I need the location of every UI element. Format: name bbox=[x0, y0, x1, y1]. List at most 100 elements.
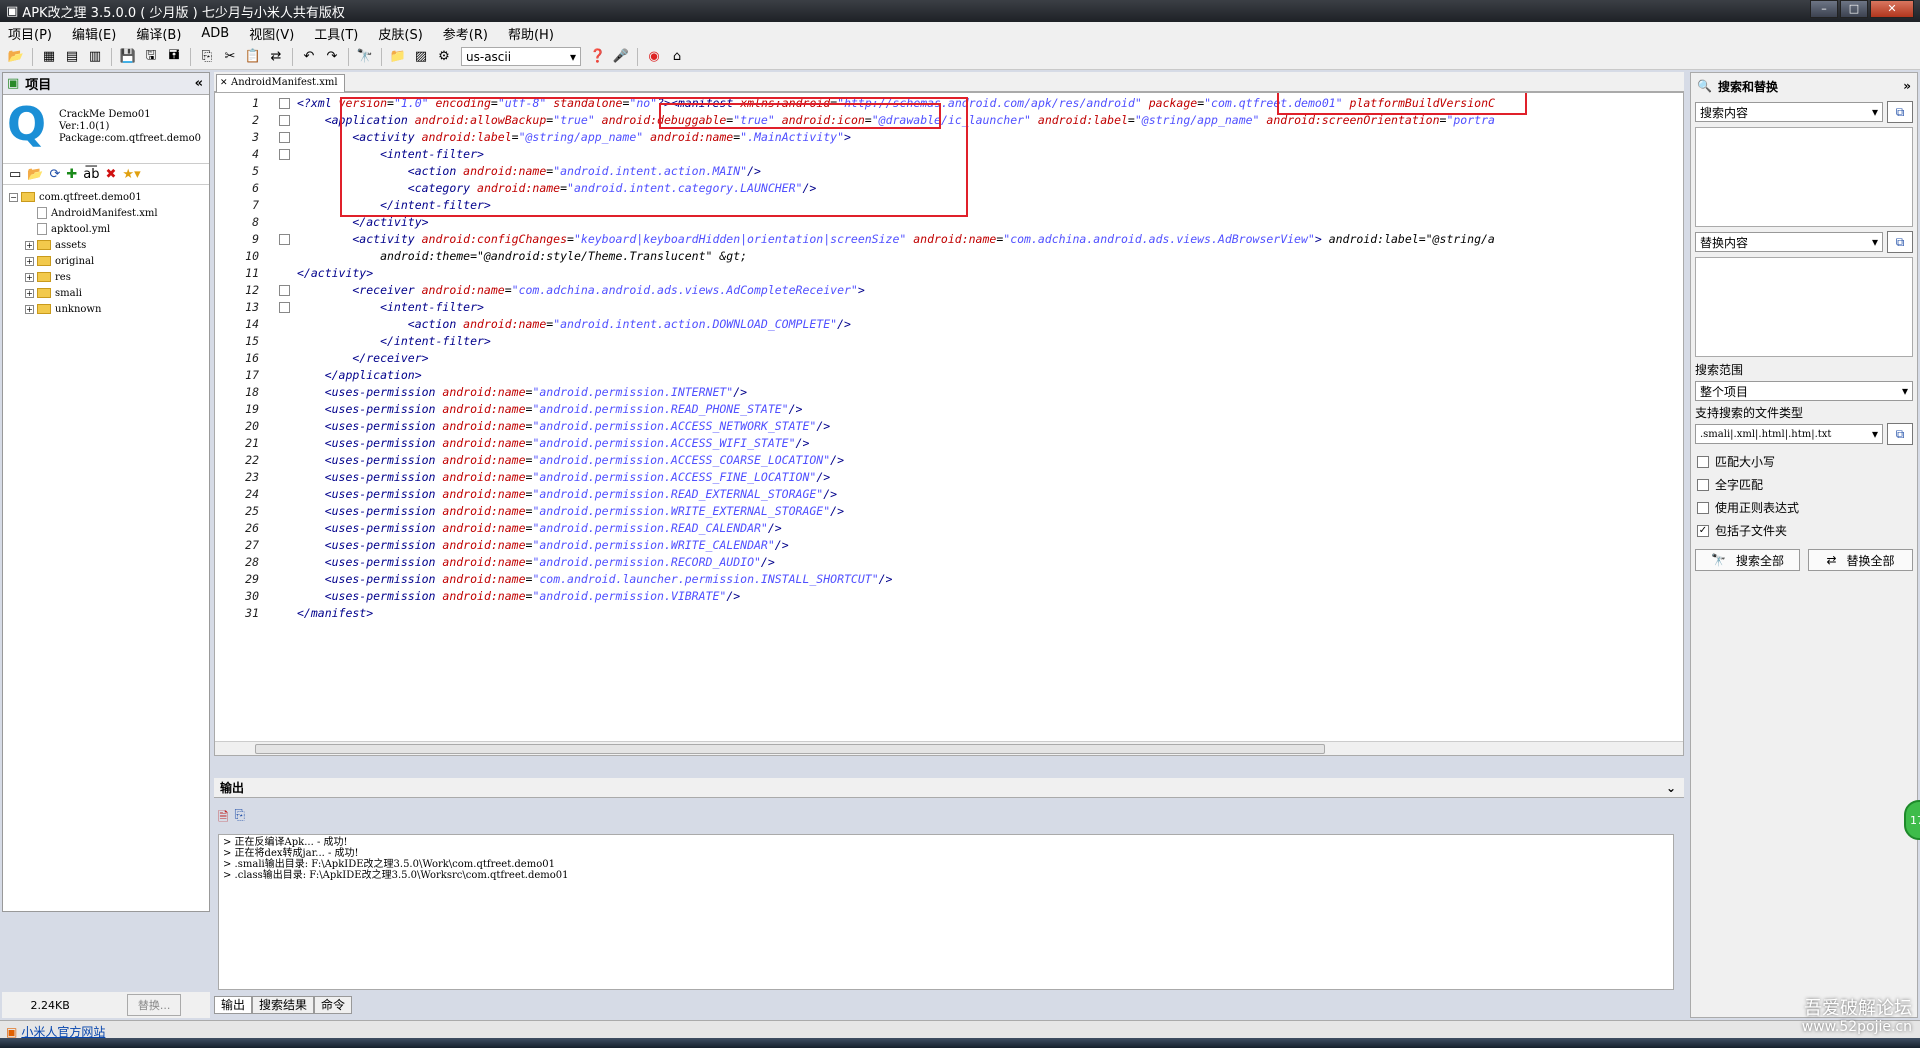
checkbox-box[interactable]: ✓ bbox=[1697, 524, 1709, 537]
expand-toggle-icon[interactable]: − bbox=[9, 192, 18, 202]
replace-icon[interactable]: ⇄ bbox=[266, 47, 286, 67]
floating-badge[interactable]: 17 bbox=[1904, 800, 1920, 840]
minimize-button[interactable]: – bbox=[1810, 0, 1838, 18]
save-as-icon[interactable]: 🖬 bbox=[164, 47, 184, 67]
copy-output-icon[interactable]: ⎘ bbox=[234, 808, 244, 828]
open-folder-icon[interactable]: 📂 bbox=[27, 167, 43, 182]
add-icon[interactable]: ✚ bbox=[66, 167, 77, 182]
tree-item[interactable]: + smali bbox=[5, 285, 207, 301]
document-icon[interactable]: ▭ bbox=[9, 167, 21, 182]
fold-marker-icon[interactable] bbox=[279, 285, 290, 296]
favorite-icon[interactable]: ★▾ bbox=[122, 167, 140, 182]
search-input[interactable]: 搜索内容 ▾ bbox=[1695, 102, 1883, 122]
close-tab-icon[interactable]: ✕ bbox=[220, 75, 228, 91]
output-tab[interactable]: 命令 bbox=[314, 996, 353, 1014]
output-tab[interactable]: 搜索结果 bbox=[252, 996, 315, 1014]
expand-toggle-icon[interactable]: + bbox=[25, 256, 34, 266]
menu-item[interactable]: 皮肤(S) bbox=[378, 24, 422, 43]
collapse-panel-icon[interactable]: » bbox=[1903, 79, 1911, 93]
menu-item[interactable]: 项目(P) bbox=[8, 24, 52, 43]
save-icon[interactable]: 💾 bbox=[118, 47, 138, 67]
chevron-down-icon[interactable]: ▾ bbox=[1872, 105, 1878, 119]
tree-item[interactable]: + assets bbox=[5, 237, 207, 253]
expand-toggle-icon[interactable]: + bbox=[25, 272, 34, 282]
menu-item[interactable]: ADB bbox=[201, 26, 229, 41]
scrollbar-thumb[interactable] bbox=[255, 744, 1325, 754]
tree-item[interactable]: + res bbox=[5, 269, 207, 285]
replace-text-area[interactable] bbox=[1695, 257, 1913, 357]
option-checkbox[interactable]: 使用正则表达式 bbox=[1697, 499, 1911, 516]
chevron-down-icon[interactable]: ▾ bbox=[1872, 235, 1878, 249]
search-all-button[interactable]: 🔭 搜索全部 bbox=[1695, 549, 1800, 571]
collapse-panel-icon[interactable]: « bbox=[195, 76, 203, 91]
scope-select[interactable]: 整个项目 ▾ bbox=[1695, 381, 1913, 401]
rename-icon[interactable]: a͞b bbox=[83, 167, 99, 182]
replace-options-button[interactable]: ⧉ bbox=[1887, 231, 1913, 253]
cut-icon[interactable]: ✂ bbox=[220, 47, 240, 67]
install-icon[interactable]: ▥ bbox=[85, 47, 105, 67]
open-folder-icon[interactable]: 📂 bbox=[6, 47, 26, 67]
replace-all-button[interactable]: ⇄ 替换全部 bbox=[1808, 549, 1913, 571]
code-token: android:name bbox=[442, 402, 526, 416]
settings-icon[interactable]: ⚙ bbox=[434, 47, 454, 67]
menu-item[interactable]: 参考(R) bbox=[443, 24, 488, 43]
code-editor[interactable]: 1 <?xml version="1.0" encoding="utf-8" st… bbox=[214, 92, 1684, 756]
replace-input[interactable]: 替换内容 ▾ bbox=[1695, 232, 1883, 252]
menu-item[interactable]: 编辑(E) bbox=[72, 24, 116, 43]
expand-toggle-icon[interactable]: + bbox=[25, 288, 34, 298]
tree-item[interactable]: + original bbox=[5, 253, 207, 269]
fold-marker-icon[interactable] bbox=[279, 234, 290, 245]
fold-marker-icon[interactable] bbox=[279, 98, 290, 109]
screenshot-icon[interactable]: ▨ bbox=[411, 47, 431, 67]
search-options-button[interactable]: ⧉ bbox=[1887, 101, 1913, 123]
menu-item[interactable]: 编译(B) bbox=[136, 24, 181, 43]
find-icon[interactable]: 🔭 bbox=[355, 47, 375, 67]
filetypes-options-button[interactable]: ⧉ bbox=[1887, 423, 1913, 445]
home-icon[interactable]: ⌂ bbox=[667, 47, 687, 67]
close-button[interactable]: ✕ bbox=[1870, 0, 1914, 18]
menu-item[interactable]: 工具(T) bbox=[314, 24, 358, 43]
clear-output-icon[interactable]: 🗎 bbox=[218, 808, 228, 828]
expand-toggle-icon[interactable]: + bbox=[25, 240, 34, 250]
checkbox-box[interactable] bbox=[1697, 501, 1709, 514]
build-icon[interactable]: ▦ bbox=[39, 47, 59, 67]
tree-item[interactable]: AndroidManifest.xml bbox=[5, 205, 207, 221]
maximize-button[interactable]: □ bbox=[1840, 0, 1868, 18]
encoding-select[interactable]: us-ascii ▾ bbox=[461, 47, 581, 66]
chevron-down-icon[interactable]: ⌄ bbox=[1666, 778, 1676, 798]
fold-marker-icon[interactable] bbox=[279, 115, 290, 126]
microphone-icon[interactable]: 🎤 bbox=[611, 47, 631, 67]
delete-icon[interactable]: ✖ bbox=[106, 167, 117, 182]
fold-marker-icon[interactable] bbox=[279, 132, 290, 143]
output-tab[interactable]: 输出 bbox=[214, 996, 253, 1014]
output-log[interactable]: > 正在反编译Apk... - 成功! > 正在将dex转成jar... - 成功… bbox=[218, 834, 1674, 990]
paste-icon[interactable]: 📋 bbox=[243, 47, 263, 67]
undo-icon[interactable]: ↶ bbox=[299, 47, 319, 67]
open-project-icon[interactable]: 📁 bbox=[388, 47, 408, 67]
tree-item[interactable]: + unknown bbox=[5, 301, 207, 317]
fold-marker-icon[interactable] bbox=[279, 302, 290, 313]
menu-item[interactable]: 视图(V) bbox=[249, 24, 294, 43]
expand-toggle-icon[interactable]: + bbox=[25, 304, 34, 314]
weibo-icon[interactable]: ◉ bbox=[644, 47, 664, 67]
checkbox-box[interactable] bbox=[1697, 455, 1709, 468]
sign-icon[interactable]: ▤ bbox=[62, 47, 82, 67]
menu-item[interactable]: 帮助(H) bbox=[508, 24, 554, 43]
fold-marker-icon[interactable] bbox=[279, 149, 290, 160]
redo-icon[interactable]: ↷ bbox=[322, 47, 342, 67]
filetypes-select[interactable]: .smali|.xml|.html|.htm|.txt ▾ bbox=[1695, 424, 1883, 444]
checkbox-box[interactable] bbox=[1697, 478, 1709, 491]
tab-androidmanifest[interactable]: ✕ AndroidManifest.xml bbox=[216, 74, 345, 92]
refresh-icon[interactable]: ⟳ bbox=[49, 167, 60, 182]
copy-icon[interactable]: ⎘ bbox=[197, 47, 217, 67]
option-checkbox[interactable]: 全字匹配 bbox=[1697, 476, 1911, 493]
save-all-icon[interactable]: 🖫 bbox=[141, 47, 161, 67]
editor-horizontal-scrollbar[interactable] bbox=[215, 741, 1683, 755]
search-text-area[interactable] bbox=[1695, 127, 1913, 227]
help-icon[interactable]: ❓ bbox=[588, 47, 608, 67]
option-checkbox[interactable]: 匹配大小写 bbox=[1697, 453, 1911, 470]
tree-item[interactable]: − com.qtfreet.demo01 bbox=[5, 189, 207, 205]
tree-item[interactable]: apktool.yml bbox=[5, 221, 207, 237]
option-checkbox[interactable]: ✓ 包括子文件夹 bbox=[1697, 522, 1911, 539]
replace-button[interactable]: 替换... bbox=[126, 994, 182, 1016]
